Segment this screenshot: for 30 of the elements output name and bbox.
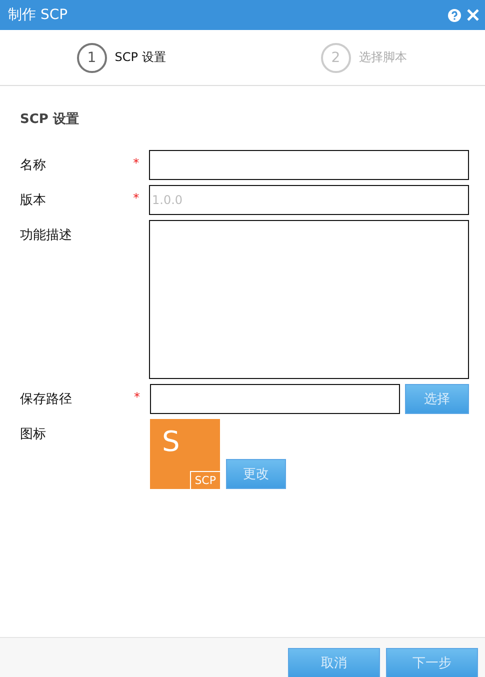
field-label: 功能描述 [20,227,73,244]
section-title: SCP 设置 [20,111,80,128]
required-mark: * [133,155,140,170]
required-mark: * [134,389,141,404]
step-number: 1 [76,42,107,72]
change-button[interactable]: 更改 [226,459,286,489]
step-number: 2 [320,42,351,72]
description-field[interactable] [149,220,469,379]
close-icon [467,9,479,21]
field-label: 版本 [20,192,47,209]
path-field[interactable] [150,384,400,414]
browse-button[interactable]: 选择 [405,384,469,414]
help-icon [448,8,461,22]
step-label: 选择脚本 [358,49,407,66]
field-label: 名称 [20,157,47,174]
text-field[interactable] [149,150,469,180]
help-button[interactable] [448,8,461,22]
step-label: SCP 设置 [114,49,166,66]
required-mark: * [133,190,140,205]
close-button[interactable] [467,9,479,21]
icon-letter: S [162,425,180,458]
wizard-step[interactable]: 1 SCP 设置 [0,30,242,85]
field-label: 保存路径 [20,391,73,408]
field-label: 图标 [20,426,47,443]
footer-button[interactable]: 下一步 [386,648,478,677]
wizard-step[interactable]: 2 选择脚本 [242,30,485,85]
window-title: 制作 SCP [8,6,69,24]
icon-tag: SCP [190,471,220,489]
text-field[interactable]: 1.0.0 [149,185,469,215]
footer-button[interactable]: 取消 [288,648,380,677]
